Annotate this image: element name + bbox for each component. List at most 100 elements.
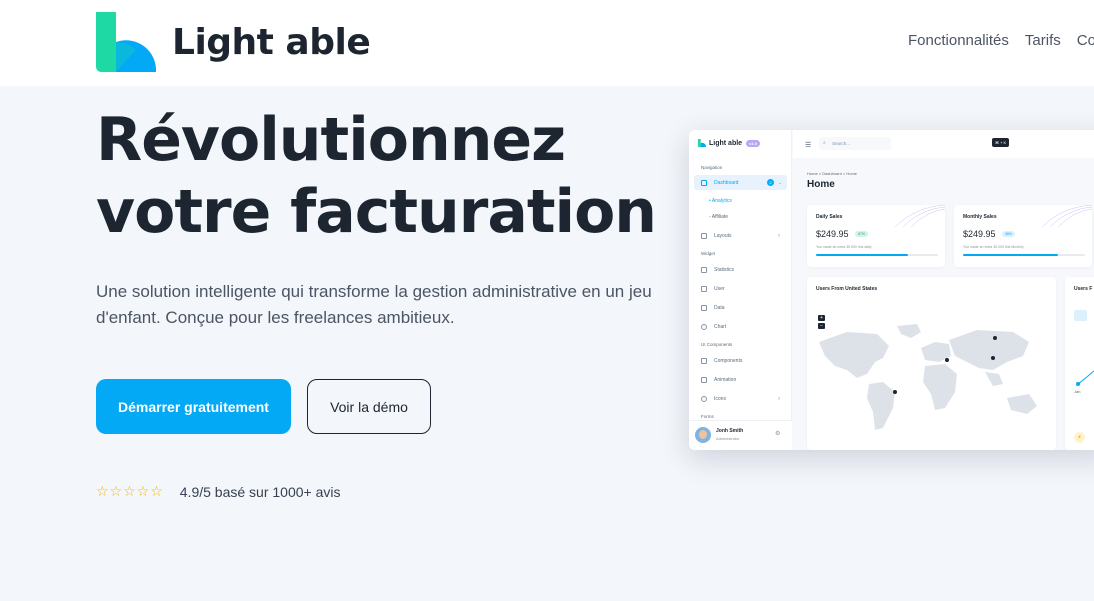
zoom-in-button[interactable]: + bbox=[818, 315, 825, 321]
card-value: $249.95 bbox=[816, 229, 849, 239]
brand-logo[interactable]: Light able bbox=[96, 12, 371, 72]
sidebar-user[interactable]: Jonh Smith Administrator ⚙ bbox=[689, 420, 792, 450]
hero-title: Révolutionnez votre facturation bbox=[96, 104, 657, 248]
sidebar-item-icons[interactable]: Icons › bbox=[694, 391, 787, 406]
card-wave-decoration bbox=[894, 205, 945, 227]
sidebar-item-label: Data bbox=[714, 304, 725, 311]
layouts-icon bbox=[701, 232, 707, 239]
brand-logo-mark-icon bbox=[96, 12, 157, 72]
icons-icon bbox=[701, 395, 707, 402]
nav-link-contact[interactable]: Co bbox=[1077, 32, 1094, 49]
chevron-right-icon: › bbox=[778, 232, 780, 239]
brand-name: Light able bbox=[172, 21, 371, 63]
map-marker[interactable] bbox=[991, 356, 995, 360]
dashboard-logo-icon bbox=[698, 139, 706, 147]
dashboard-search[interactable]: ⌕ Search... bbox=[819, 137, 891, 150]
shortcut-badge: ⌘ + K bbox=[992, 138, 1010, 147]
rating: ☆☆☆☆☆ 4.9/5 basé sur 1000+ avis bbox=[96, 483, 341, 500]
search-placeholder: Search... bbox=[832, 141, 851, 146]
nav-link-features[interactable]: Fonctionnalités bbox=[908, 32, 1009, 49]
sidebar-item-components[interactable]: Components bbox=[694, 353, 787, 368]
statistics-icon bbox=[701, 266, 707, 273]
sidebar-item-layouts[interactable]: Layouts › bbox=[694, 228, 787, 243]
users-card-title: Users F bbox=[1074, 286, 1093, 292]
sidebar-section-forms: Forms bbox=[701, 414, 714, 419]
users-card: Users F Jan ⚡ bbox=[1065, 277, 1094, 450]
world-map bbox=[819, 324, 1037, 430]
hero-title-line-1: Révolutionnez bbox=[96, 105, 566, 175]
sidebar-section-navigation: Navigation bbox=[701, 165, 723, 170]
map-marker[interactable] bbox=[945, 358, 949, 362]
sidebar-item-animation[interactable]: Animation bbox=[694, 372, 787, 387]
user-icon bbox=[701, 285, 707, 292]
sidebar-section-ui: UI Components bbox=[701, 342, 733, 347]
dashboard-logo: Light able v1.0 bbox=[698, 139, 760, 147]
dashboard-preview: Light able v1.0 Navigation Dashboard 2 ⌄… bbox=[689, 130, 1094, 450]
sidebar-section-widget: Widget bbox=[701, 251, 716, 256]
nav-link-pricing[interactable]: Tarifs bbox=[1025, 32, 1061, 49]
chart-type-icon[interactable] bbox=[1074, 310, 1087, 321]
avatar bbox=[695, 427, 711, 443]
star-rating-icon: ☆☆☆☆☆ bbox=[96, 483, 164, 499]
card-value: $249.95 bbox=[963, 229, 996, 239]
components-icon bbox=[701, 357, 707, 364]
dashboard-count-badge: 2 bbox=[767, 179, 774, 186]
daily-sales-card: Daily Sales $249.95 67% You made an extr… bbox=[807, 205, 945, 267]
view-demo-button[interactable]: Voir la démo bbox=[307, 379, 431, 434]
card-percent-badge: 67% bbox=[855, 231, 869, 237]
sidebar-item-statistics[interactable]: Statistics bbox=[694, 262, 787, 277]
card-title: Daily Sales bbox=[816, 214, 843, 220]
sidebar-subitem-affiliate[interactable]: - Affiliate bbox=[709, 214, 728, 220]
map-marker[interactable] bbox=[893, 390, 897, 394]
chart-icon bbox=[701, 323, 707, 330]
settings-icon[interactable]: ⚙ bbox=[775, 430, 780, 437]
chevron-down-icon: ⌄ bbox=[777, 179, 782, 186]
sidebar-subitem-analytics[interactable]: • Analytics bbox=[709, 198, 732, 204]
progress-fill bbox=[963, 254, 1059, 256]
map-card: Users From United States + − bbox=[807, 277, 1056, 450]
user-name: Jonh Smith bbox=[716, 428, 744, 434]
card-percent-badge: 36% bbox=[1002, 231, 1016, 237]
site-header: Light able Fonctionnalités Tarifs Co bbox=[0, 0, 1094, 86]
dashboard-logo-text: Light able bbox=[709, 139, 743, 147]
sidebar-item-dashboard[interactable]: Dashboard 2 ⌄ bbox=[694, 175, 787, 190]
progress-fill bbox=[816, 254, 908, 256]
sidebar-item-user[interactable]: User bbox=[694, 281, 787, 296]
dashboard-icon bbox=[701, 179, 707, 186]
card-note: You made an extra 35,000 this Monthly bbox=[963, 245, 1024, 249]
chevron-right-icon: › bbox=[778, 395, 780, 402]
card-progress-bar bbox=[963, 254, 1085, 256]
users-line-chart bbox=[1076, 370, 1094, 386]
lightning-icon: ⚡ bbox=[1074, 432, 1085, 443]
data-icon bbox=[701, 304, 707, 311]
sidebar-item-label: User bbox=[714, 285, 725, 292]
chart-x-label: Jan bbox=[1074, 389, 1081, 394]
sidebar-item-label: Components bbox=[714, 357, 743, 364]
dashboard-main: ☰ ⌕ Search... ⌘ + K Home > Dashboard > H… bbox=[793, 130, 1094, 450]
card-progress-bar bbox=[816, 254, 938, 256]
page-title: Home bbox=[807, 179, 835, 190]
sidebar-item-label: Layouts bbox=[714, 232, 732, 239]
sidebar-item-label: Dashboard bbox=[714, 179, 739, 186]
hero-title-line-2: votre facturation bbox=[96, 177, 657, 247]
rating-text: 4.9/5 basé sur 1000+ avis bbox=[179, 483, 341, 500]
sidebar-item-label: Chart bbox=[714, 323, 727, 330]
user-role: Administrator bbox=[716, 436, 740, 441]
map-marker[interactable] bbox=[993, 336, 997, 340]
sidebar-item-chart[interactable]: Chart bbox=[694, 319, 787, 334]
card-wave-decoration bbox=[1041, 205, 1092, 227]
chart-point bbox=[1076, 382, 1080, 386]
dashboard-sidebar: Light able v1.0 Navigation Dashboard 2 ⌄… bbox=[689, 130, 792, 450]
sidebar-item-data[interactable]: Data bbox=[694, 300, 787, 315]
map-card-title: Users From United States bbox=[816, 286, 878, 292]
card-title: Monthly Sales bbox=[963, 214, 997, 220]
sidebar-item-label: Animation bbox=[714, 376, 737, 383]
sidebar-item-label: Icons bbox=[714, 395, 726, 402]
animation-icon bbox=[701, 376, 707, 383]
card-note: You made an extra 35,000 this daily bbox=[816, 245, 872, 249]
sidebar-item-label: Statistics bbox=[714, 266, 735, 273]
monthly-sales-card: Monthly Sales $249.95 36% You made an ex… bbox=[954, 205, 1092, 267]
version-badge: v1.0 bbox=[746, 139, 760, 147]
menu-icon[interactable]: ☰ bbox=[805, 141, 811, 149]
start-free-button[interactable]: Démarrer gratuitement bbox=[96, 379, 291, 434]
